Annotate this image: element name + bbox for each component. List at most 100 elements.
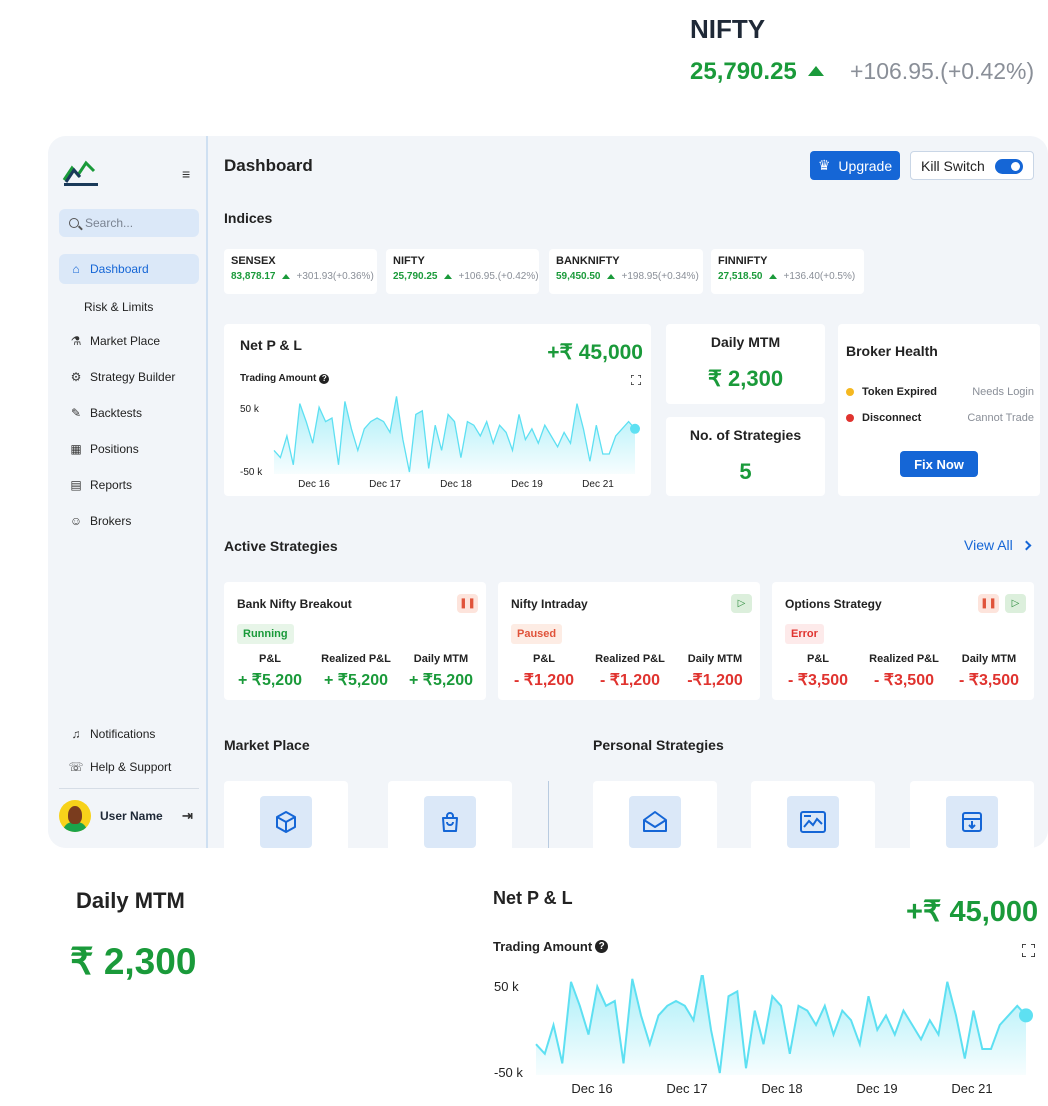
sidebar-item-help[interactable]: ☏ Help & Support [59, 752, 199, 782]
kill-switch[interactable]: Kill Switch [910, 151, 1034, 180]
up-arrow-icon [443, 274, 452, 279]
search-placeholder: Search... [85, 216, 134, 230]
y-tick-label: 50 k [494, 979, 519, 994]
x-tick-label: Dec 18 [440, 479, 472, 490]
strategies-count-value: 5 [739, 459, 752, 484]
sidebar-item-reports[interactable]: ▤ Reports [59, 470, 199, 500]
help-icon[interactable]: ? [319, 373, 330, 384]
sidebar-item-backtests[interactable]: ✎ Backtests [59, 398, 199, 428]
personal-strategies-title: Personal Strategies [593, 737, 724, 753]
section-divider [548, 781, 549, 848]
expand-icon[interactable] [1022, 944, 1035, 957]
pnl-last-point [1019, 1008, 1033, 1023]
view-all-link[interactable]: View All [964, 537, 1032, 553]
sidebar-item-market-place[interactable]: ⚗ Market Place [59, 326, 199, 356]
personal-strategy-tile[interactable] [751, 781, 875, 848]
headset-icon: ☏ [68, 760, 84, 774]
y-tick-label: -50 k [240, 467, 263, 478]
zoom-net-pnl-amount: +₹ 45,000 [906, 896, 1039, 928]
index-card-nifty[interactable]: NIFTY 25,790.25 +106.95.(+0.42%) [386, 249, 539, 294]
x-tick-label: Dec 16 [298, 479, 330, 490]
bell-icon: ♫ [71, 727, 81, 741]
net-pnl-chart: 50 k -50 k Dec 16 Dec 17 Dec 18 Dec 19 Dec 21 [240, 396, 640, 490]
pnl-area-fill [274, 396, 635, 474]
image-chart-icon [787, 796, 839, 848]
broker-status-row: Token Expired Needs Login [846, 386, 1034, 398]
strategies-count-card: No. of Strategies 5 [666, 417, 825, 496]
reports-icon: ▤ [70, 478, 82, 492]
market-place-tile[interactable] [224, 781, 348, 848]
pause-button[interactable]: ❚❚ [978, 594, 999, 613]
x-tick-label: Dec 17 [666, 1081, 707, 1096]
x-tick-label: Dec 18 [761, 1081, 802, 1096]
index-card-banknifty[interactable]: BANKNIFTY 59,450.50 +198.95(+0.34%) [549, 249, 703, 294]
active-strategies-title: Active Strategies [224, 538, 338, 554]
cube-icon [260, 796, 312, 848]
strategy-card-bank-nifty-breakout[interactable]: Bank Nifty Breakout ❚❚ Running P&L + ₹5,2… [224, 582, 486, 700]
help-icon[interactable]: ? [595, 940, 609, 953]
sidebar-item-dashboard[interactable]: ⌂ Dashboard [59, 254, 199, 284]
up-arrow-icon [808, 66, 824, 76]
positions-icon: ▦ [70, 442, 82, 456]
y-tick-label: 50 k [240, 404, 260, 415]
net-pnl-card: Net P & L +₹ 45,000 Trading Amount ? 50 … [224, 324, 651, 496]
status-dot-icon [846, 388, 854, 396]
up-arrow-icon [281, 274, 290, 279]
market-place-tile[interactable] [388, 781, 512, 848]
broker-health-title: Broker Health [846, 343, 938, 359]
download-box-icon [946, 796, 998, 848]
avatar [59, 800, 91, 832]
shopping-bag-icon [424, 796, 476, 848]
nifty-ticker-change: +106.95.(+0.42%) [850, 58, 1035, 84]
sidebar-item-strategy-builder[interactable]: ⚙ Strategy Builder [59, 362, 199, 392]
sidebar-item-notifications[interactable]: ♫ Notifications [59, 719, 199, 749]
sidebar-item-positions[interactable]: ▦ Positions [59, 434, 199, 464]
sidebar-item-brokers[interactable]: ☺ Brokers [59, 506, 199, 536]
strategy-card-options-strategy[interactable]: Options Strategy ❚❚ ▷ Error P&L - ₹3,500 … [772, 582, 1034, 700]
resume-button[interactable]: ▷ [731, 594, 752, 613]
nifty-ticker-value: 25,790.25 [690, 58, 797, 85]
pnl-area-fill [536, 975, 1026, 1075]
index-card-sensex[interactable]: SENSEX 83,878.17 +301.93(+0.36%) [224, 249, 377, 294]
nifty-ticker-title: NIFTY [690, 14, 766, 44]
daily-mtm-title: Daily MTM [710, 334, 781, 350]
personal-strategy-tile[interactable] [910, 781, 1034, 848]
status-badge: Running [237, 624, 294, 644]
net-pnl-title: Net P & L [240, 337, 302, 353]
dashboard-window: ≡ Search... ⌂ Dashboard Risk & Limits ⚗ … [48, 136, 1048, 848]
status-badge: Paused [511, 624, 563, 644]
nifty-ticker-card: NIFTY 25,790.25 +106.95.(+0.42%) [676, 0, 1048, 108]
personal-strategy-tile[interactable] [593, 781, 717, 848]
main-content: Dashboard ♛ Upgrade Kill Switch Indices … [224, 136, 1048, 848]
x-tick-label: Dec 21 [582, 479, 614, 490]
resume-button[interactable]: ▷ [1005, 594, 1026, 613]
search-input[interactable]: Search... [59, 209, 199, 237]
fix-now-button[interactable]: Fix Now [900, 451, 978, 477]
app-logo [62, 160, 98, 186]
strategy-card-nifty-intraday[interactable]: Nifty Intraday ▷ Paused P&L - ₹1,200 Real… [498, 582, 760, 700]
y-tick-label: -50 k [494, 1065, 523, 1080]
pause-button[interactable]: ❚❚ [457, 594, 478, 613]
home-icon: ⌂ [72, 262, 80, 276]
up-arrow-icon [768, 274, 777, 279]
brokers-icon: ☺ [69, 514, 83, 528]
status-badge: Error [785, 624, 824, 644]
zoom-net-pnl-title: Net P & L [493, 888, 573, 908]
kill-switch-label: Kill Switch [921, 157, 985, 174]
logout-icon[interactable]: ⇥ [182, 808, 193, 824]
user-name: User Name [100, 809, 163, 823]
x-tick-label: Dec 17 [369, 479, 401, 490]
expand-icon[interactable] [631, 375, 641, 385]
zoom-net-pnl-chart: 50 k -50 k Dec 16 Dec 17 Dec 18 Dec 19 Dec 21 [494, 975, 1033, 1096]
indices-title: Indices [224, 210, 273, 226]
chevron-right-icon [1021, 540, 1032, 550]
index-card-finnifty[interactable]: FINNIFTY 27,518.50 +136.40(+0.5%) [711, 249, 864, 294]
user-profile[interactable]: User Name ⇥ [59, 798, 199, 834]
x-tick-label: Dec 16 [571, 1081, 612, 1096]
up-arrow-icon [606, 274, 615, 279]
daily-mtm-value: ₹ 2,300 [707, 366, 784, 391]
upgrade-button[interactable]: ♛ Upgrade [810, 151, 900, 180]
collapse-menu-icon[interactable]: ≡ [182, 166, 190, 182]
kill-switch-toggle[interactable] [995, 159, 1023, 174]
sidebar-item-risk-limits[interactable]: Risk & Limits [59, 292, 199, 322]
